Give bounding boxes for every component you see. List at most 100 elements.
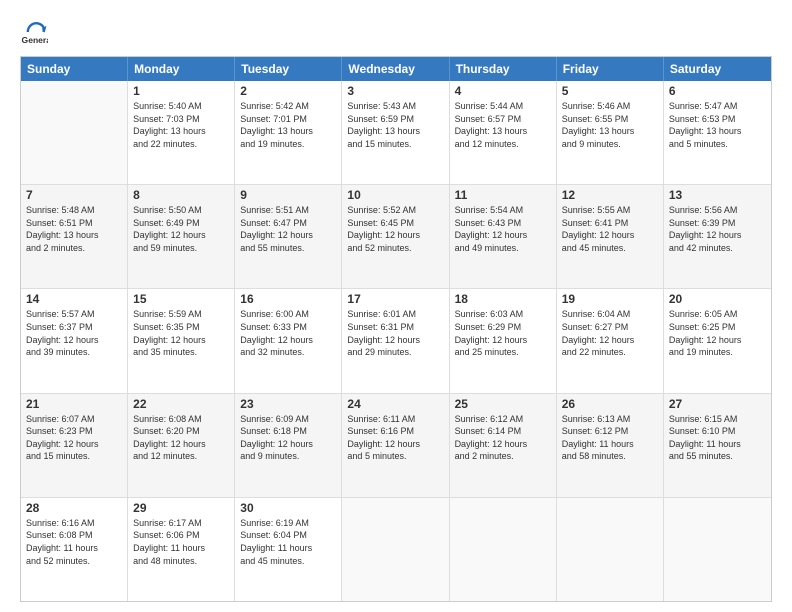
calendar-cell: 23 Sunrise: 6:09 AM Sunset: 6:18 PM Dayli…	[235, 394, 342, 497]
day-info: Sunrise: 6:17 AM Sunset: 6:06 PM Dayligh…	[133, 517, 229, 567]
calendar-row: 28Sunrise: 6:16 AM Sunset: 6:08 PM Dayli…	[21, 498, 771, 601]
day-info: Sunrise: 6:12 AM Sunset: 6:14 PM Dayligh…	[455, 413, 551, 463]
day-info: Sunrise: 5:44 AM Sunset: 6:57 PM Dayligh…	[455, 100, 551, 150]
day-number: 25	[455, 397, 551, 411]
calendar-cell: 25 Sunrise: 6:12 AM Sunset: 6:14 PM Dayli…	[450, 394, 557, 497]
day-info: Sunrise: 5:46 AM Sunset: 6:55 PM Dayligh…	[562, 100, 658, 150]
day-info: Sunrise: 5:51 AM Sunset: 6:47 PM Dayligh…	[240, 204, 336, 254]
day-info: Sunrise: 5:43 AM Sunset: 6:59 PM Dayligh…	[347, 100, 443, 150]
day-info: Sunrise: 6:19 AM Sunset: 6:04 PM Dayligh…	[240, 517, 336, 567]
calendar-cell: 6 Sunrise: 5:47 AM Sunset: 6:53 PM Daylig…	[664, 81, 771, 184]
calendar-cell: 7Sunrise: 5:48 AM Sunset: 6:51 PM Daylig…	[21, 185, 128, 288]
calendar-cell: 20 Sunrise: 6:05 AM Sunset: 6:25 PM Dayli…	[664, 289, 771, 392]
day-number: 12	[562, 188, 658, 202]
calendar-cell: 8 Sunrise: 5:50 AM Sunset: 6:49 PM Daylig…	[128, 185, 235, 288]
day-number: 13	[669, 188, 766, 202]
day-number: 6	[669, 84, 766, 98]
day-info: Sunrise: 6:01 AM Sunset: 6:31 PM Dayligh…	[347, 308, 443, 358]
day-info: Sunrise: 5:54 AM Sunset: 6:43 PM Dayligh…	[455, 204, 551, 254]
day-info: Sunrise: 5:55 AM Sunset: 6:41 PM Dayligh…	[562, 204, 658, 254]
calendar-body: 1 Sunrise: 5:40 AM Sunset: 7:03 PM Daylig…	[21, 81, 771, 601]
day-info: Sunrise: 5:50 AM Sunset: 6:49 PM Dayligh…	[133, 204, 229, 254]
calendar-cell: 26Sunrise: 6:13 AM Sunset: 6:12 PM Dayli…	[557, 394, 664, 497]
day-info: Sunrise: 5:47 AM Sunset: 6:53 PM Dayligh…	[669, 100, 766, 150]
calendar-cell: 15Sunrise: 5:59 AM Sunset: 6:35 PM Dayli…	[128, 289, 235, 392]
day-info: Sunrise: 6:09 AM Sunset: 6:18 PM Dayligh…	[240, 413, 336, 463]
calendar-cell: 13 Sunrise: 5:56 AM Sunset: 6:39 PM Dayli…	[664, 185, 771, 288]
calendar-row: 21 Sunrise: 6:07 AM Sunset: 6:23 PM Dayli…	[21, 394, 771, 498]
calendar-cell: 18Sunrise: 6:03 AM Sunset: 6:29 PM Dayli…	[450, 289, 557, 392]
page-header: General Blue	[20, 18, 772, 46]
calendar-cell: 5 Sunrise: 5:46 AM Sunset: 6:55 PM Daylig…	[557, 81, 664, 184]
day-info: Sunrise: 5:42 AM Sunset: 7:01 PM Dayligh…	[240, 100, 336, 150]
day-number: 30	[240, 501, 336, 515]
day-number: 17	[347, 292, 443, 306]
day-number: 5	[562, 84, 658, 98]
day-info: Sunrise: 5:56 AM Sunset: 6:39 PM Dayligh…	[669, 204, 766, 254]
header-cell-monday: Monday	[128, 57, 235, 81]
day-number: 21	[26, 397, 122, 411]
calendar-cell: 21 Sunrise: 6:07 AM Sunset: 6:23 PM Dayli…	[21, 394, 128, 497]
day-info: Sunrise: 5:48 AM Sunset: 6:51 PM Dayligh…	[26, 204, 122, 254]
day-number: 8	[133, 188, 229, 202]
calendar: SundayMondayTuesdayWednesdayThursdayFrid…	[20, 56, 772, 602]
calendar-cell: 4 Sunrise: 5:44 AM Sunset: 6:57 PM Daylig…	[450, 81, 557, 184]
calendar-cell: 11Sunrise: 5:54 AM Sunset: 6:43 PM Dayli…	[450, 185, 557, 288]
calendar-row: 14 Sunrise: 5:57 AM Sunset: 6:37 PM Dayli…	[21, 289, 771, 393]
day-info: Sunrise: 6:05 AM Sunset: 6:25 PM Dayligh…	[669, 308, 766, 358]
calendar-cell: 14 Sunrise: 5:57 AM Sunset: 6:37 PM Dayli…	[21, 289, 128, 392]
calendar-cell: 29 Sunrise: 6:17 AM Sunset: 6:06 PM Dayli…	[128, 498, 235, 601]
calendar-cell: 3 Sunrise: 5:43 AM Sunset: 6:59 PM Daylig…	[342, 81, 449, 184]
day-number: 4	[455, 84, 551, 98]
day-info: Sunrise: 6:08 AM Sunset: 6:20 PM Dayligh…	[133, 413, 229, 463]
calendar-cell: 9 Sunrise: 5:51 AM Sunset: 6:47 PM Daylig…	[235, 185, 342, 288]
calendar-cell: 2 Sunrise: 5:42 AM Sunset: 7:01 PM Daylig…	[235, 81, 342, 184]
calendar-cell	[342, 498, 449, 601]
day-info: Sunrise: 6:15 AM Sunset: 6:10 PM Dayligh…	[669, 413, 766, 463]
calendar-row: 1 Sunrise: 5:40 AM Sunset: 7:03 PM Daylig…	[21, 81, 771, 185]
day-number: 2	[240, 84, 336, 98]
day-info: Sunrise: 6:13 AM Sunset: 6:12 PM Dayligh…	[562, 413, 658, 463]
day-number: 1	[133, 84, 229, 98]
calendar-cell: 19Sunrise: 6:04 AM Sunset: 6:27 PM Dayli…	[557, 289, 664, 392]
logo: General Blue	[20, 18, 50, 46]
day-info: Sunrise: 6:16 AM Sunset: 6:08 PM Dayligh…	[26, 517, 122, 567]
calendar-cell: 24Sunrise: 6:11 AM Sunset: 6:16 PM Dayli…	[342, 394, 449, 497]
calendar-row: 7Sunrise: 5:48 AM Sunset: 6:51 PM Daylig…	[21, 185, 771, 289]
header-cell-tuesday: Tuesday	[235, 57, 342, 81]
day-number: 22	[133, 397, 229, 411]
day-number: 3	[347, 84, 443, 98]
calendar-header: SundayMondayTuesdayWednesdayThursdayFrid…	[21, 57, 771, 81]
calendar-cell: 30 Sunrise: 6:19 AM Sunset: 6:04 PM Dayli…	[235, 498, 342, 601]
calendar-cell: 17 Sunrise: 6:01 AM Sunset: 6:31 PM Dayli…	[342, 289, 449, 392]
calendar-cell: 22 Sunrise: 6:08 AM Sunset: 6:20 PM Dayli…	[128, 394, 235, 497]
day-info: Sunrise: 6:04 AM Sunset: 6:27 PM Dayligh…	[562, 308, 658, 358]
day-number: 18	[455, 292, 551, 306]
header-cell-thursday: Thursday	[450, 57, 557, 81]
day-number: 29	[133, 501, 229, 515]
day-number: 23	[240, 397, 336, 411]
day-number: 20	[669, 292, 766, 306]
calendar-cell	[557, 498, 664, 601]
calendar-cell: 28Sunrise: 6:16 AM Sunset: 6:08 PM Dayli…	[21, 498, 128, 601]
logo-icon: General Blue	[20, 18, 48, 46]
day-info: Sunrise: 6:11 AM Sunset: 6:16 PM Dayligh…	[347, 413, 443, 463]
header-cell-friday: Friday	[557, 57, 664, 81]
svg-text:General: General	[22, 35, 48, 45]
calendar-cell: 27Sunrise: 6:15 AM Sunset: 6:10 PM Dayli…	[664, 394, 771, 497]
day-number: 16	[240, 292, 336, 306]
day-info: Sunrise: 5:57 AM Sunset: 6:37 PM Dayligh…	[26, 308, 122, 358]
svg-text:Blue: Blue	[22, 44, 41, 46]
header-cell-wednesday: Wednesday	[342, 57, 449, 81]
day-number: 14	[26, 292, 122, 306]
day-number: 9	[240, 188, 336, 202]
day-info: Sunrise: 6:00 AM Sunset: 6:33 PM Dayligh…	[240, 308, 336, 358]
header-cell-saturday: Saturday	[664, 57, 771, 81]
calendar-cell: 1 Sunrise: 5:40 AM Sunset: 7:03 PM Daylig…	[128, 81, 235, 184]
day-number: 15	[133, 292, 229, 306]
day-info: Sunrise: 6:07 AM Sunset: 6:23 PM Dayligh…	[26, 413, 122, 463]
calendar-cell	[664, 498, 771, 601]
day-info: Sunrise: 5:40 AM Sunset: 7:03 PM Dayligh…	[133, 100, 229, 150]
calendar-cell	[450, 498, 557, 601]
calendar-cell: 12 Sunrise: 5:55 AM Sunset: 6:41 PM Dayli…	[557, 185, 664, 288]
